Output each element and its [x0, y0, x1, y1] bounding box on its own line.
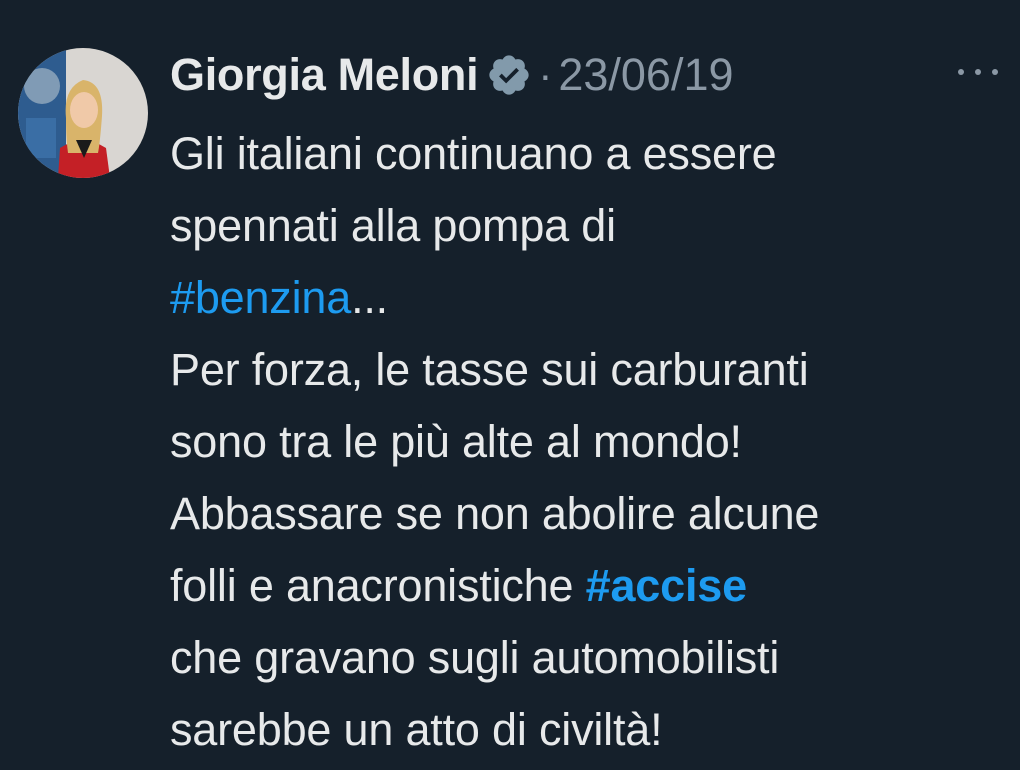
tweet-header: Giorgia Meloni · 23/06/19 [170, 44, 734, 106]
author-name[interactable]: Giorgia Meloni [170, 49, 479, 101]
tweet-line: che gravano sugli automobilisti [170, 632, 780, 683]
more-dot [958, 69, 964, 75]
tweet-card: Giorgia Meloni · 23/06/19 Gli italiani c… [0, 0, 1020, 770]
tweet-line: Per forza, le tasse sui carburanti [170, 344, 809, 395]
avatar-photo [18, 48, 148, 178]
more-dot [975, 69, 981, 75]
avatar[interactable] [18, 48, 148, 178]
tweet-text-segment: folli e anacronistiche [170, 560, 586, 611]
separator-dot: · [538, 51, 553, 98]
more-dot [992, 69, 998, 75]
tweet-line: sono tra le più alte al mondo! [170, 416, 742, 467]
verified-badge-icon [486, 52, 532, 98]
tweet-line: Abbassare se non abolire alcune [170, 488, 820, 539]
tweet-line: sarebbe un atto di civiltà! [170, 704, 663, 755]
tweet-date[interactable]: 23/06/19 [558, 49, 733, 101]
tweet-line: #benzina... [170, 262, 1005, 334]
ellipsis: ... [351, 272, 388, 323]
tweet-text: Gli italiani continuano a essere spennat… [170, 118, 1005, 766]
tweet-line: folli e anacronistiche #accise [170, 550, 1005, 622]
tweet-line: Gli italiani continuano a essere [170, 128, 777, 179]
more-options-icon[interactable] [958, 60, 998, 84]
hashtag-accise[interactable]: #accise [586, 560, 747, 611]
tweet-line: spennati alla pompa di [170, 200, 616, 251]
hashtag-benzina[interactable]: #benzina [170, 272, 351, 323]
